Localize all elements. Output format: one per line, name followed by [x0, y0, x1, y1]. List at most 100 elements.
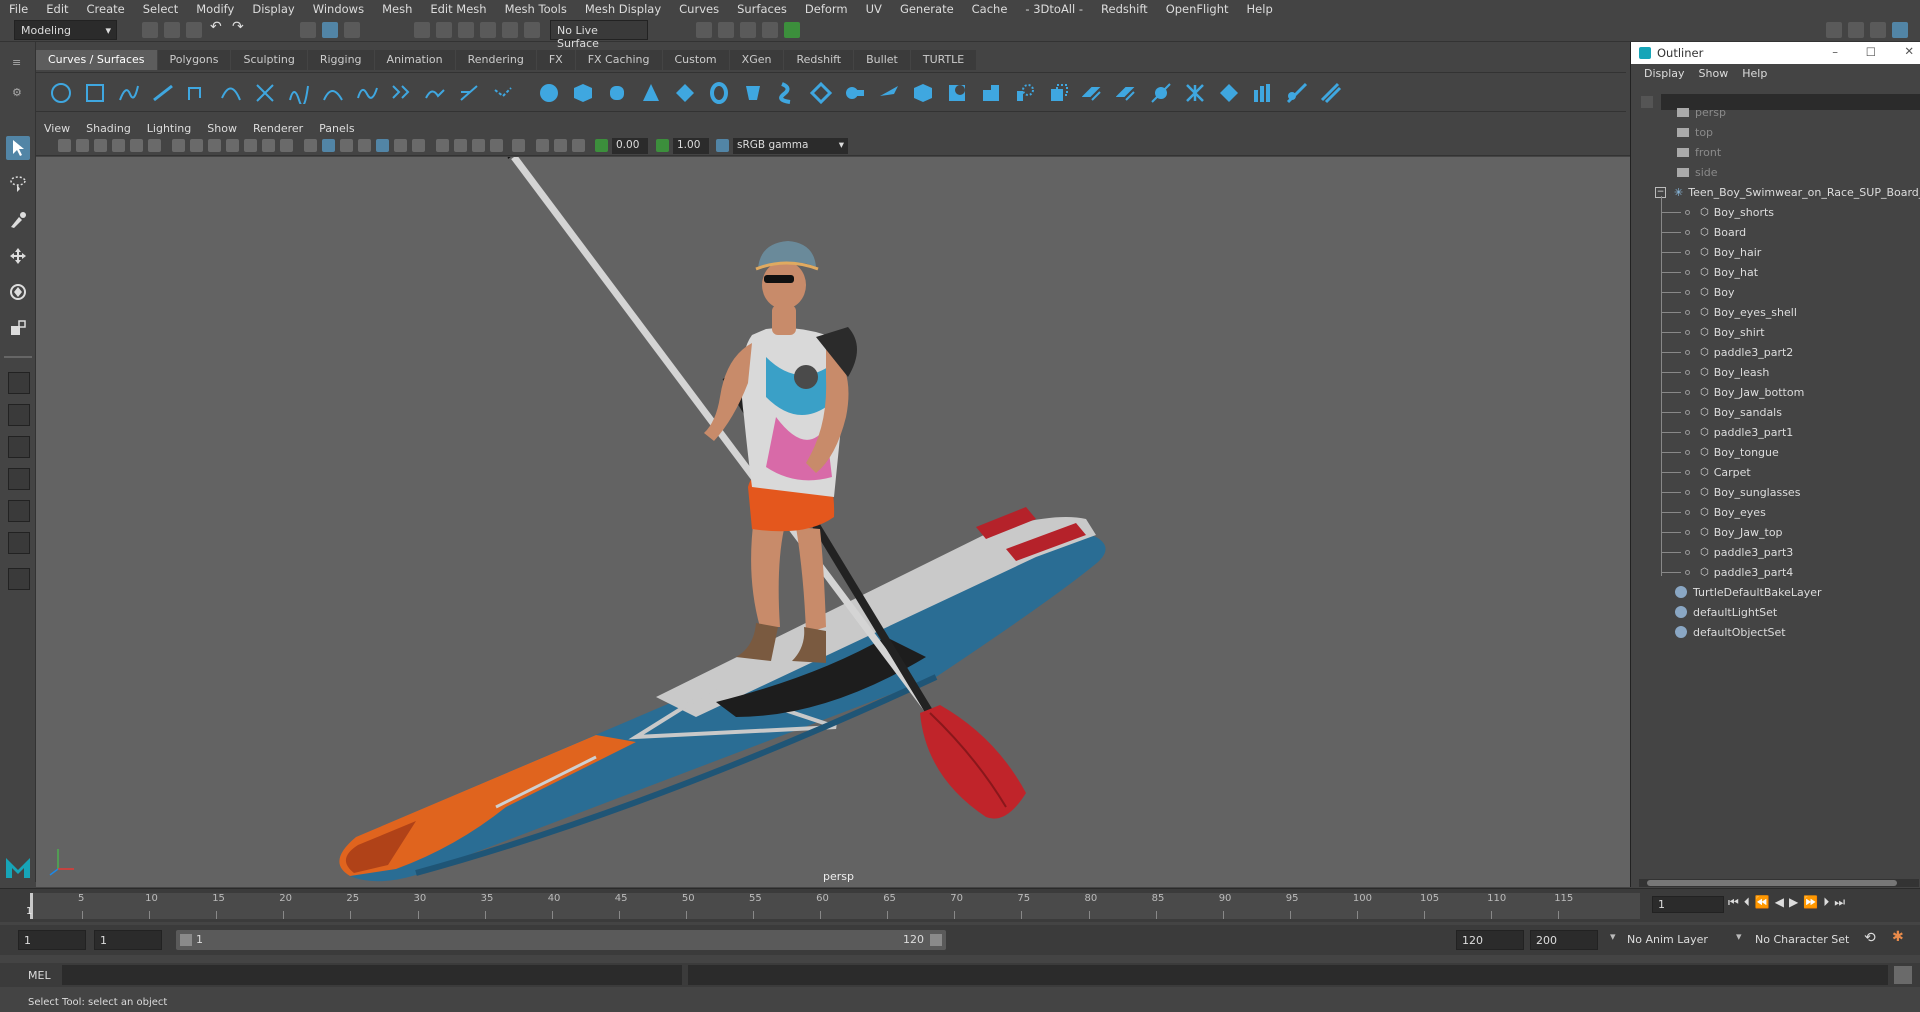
gamma-icon[interactable] — [656, 139, 669, 152]
maximize-icon[interactable]: ☐ — [1866, 45, 1876, 59]
current-frame-field[interactable]: 1 — [1652, 896, 1724, 913]
shelf-tab-sculpting[interactable]: Sculpting — [231, 50, 307, 70]
wireframe-on-shaded-icon[interactable] — [358, 139, 371, 152]
film-gate-icon[interactable] — [190, 139, 203, 152]
outliner-row-set[interactable]: TurtleDefaultBakeLayer — [1675, 582, 1822, 602]
outliner-row-mesh[interactable]: ⬡ Boy_tongue — [1661, 442, 1779, 462]
outliner-row-mesh[interactable]: ⬡ Boy_shorts — [1661, 202, 1774, 222]
move-tool-icon[interactable] — [6, 244, 30, 268]
step-forward-key-icon[interactable]: ⏵ — [1823, 895, 1829, 915]
script-editor-icon[interactable] — [1894, 966, 1912, 984]
square-surface-icon[interactable] — [944, 81, 970, 105]
minimize-icon[interactable]: – — [1832, 45, 1838, 59]
textured-icon[interactable] — [376, 139, 389, 152]
outliner-row-set[interactable]: defaultLightSet — [1675, 602, 1777, 622]
panel-menu-show[interactable]: Show — [199, 122, 245, 135]
outliner-row-mesh[interactable]: ⬡ Boy_Jaw_bottom — [1661, 382, 1804, 402]
step-forward-frame-icon[interactable]: ⏩ — [1803, 895, 1818, 915]
color-management-icon[interactable] — [716, 139, 729, 152]
outliner-row-mesh[interactable]: ⬡ Boy_eyes_shell — [1661, 302, 1797, 322]
menu-create[interactable]: Create — [78, 2, 134, 16]
menu-deform[interactable]: Deform — [796, 2, 857, 16]
outliner-row-mesh[interactable]: ⬡ Boy_hair — [1661, 242, 1761, 262]
bezier-curve-icon[interactable] — [184, 81, 210, 105]
step-back-key-icon[interactable]: ⏴ — [1744, 895, 1750, 915]
redo-icon[interactable]: ↷ — [232, 19, 248, 35]
menu-cache[interactable]: Cache — [963, 2, 1017, 16]
shadows-icon[interactable] — [412, 139, 425, 152]
two-pane-stacked-layout-icon[interactable] — [8, 468, 30, 490]
menu-mesh-display[interactable]: Mesh Display — [576, 2, 670, 16]
close-icon[interactable]: ✕ — [1904, 44, 1914, 58]
time-slider[interactable]: 1 5 10 15 20 25 30 35 40 45 50 55 60 65 70 75 80 85 90 95 1… — [0, 888, 1920, 922]
auto-key-icon[interactable]: ⟲ — [1864, 930, 1876, 946]
planar-icon[interactable] — [808, 81, 834, 105]
menu-generate[interactable]: Generate — [891, 2, 963, 16]
snap-surface-icon[interactable] — [502, 22, 518, 38]
outliner-menu-display[interactable]: Display — [1637, 67, 1692, 80]
menu-uv[interactable]: UV — [857, 2, 891, 16]
xray-icon[interactable] — [536, 139, 549, 152]
shelf-tab-fx[interactable]: FX — [536, 50, 575, 70]
menu-windows[interactable]: Windows — [304, 2, 373, 16]
range-slider[interactable]: 1 120 — [176, 930, 946, 950]
command-input[interactable] — [62, 965, 682, 985]
rotate-tool-icon[interactable] — [6, 280, 30, 304]
workspace-selector[interactable]: Modeling ▾ — [14, 20, 117, 40]
menu-modify[interactable]: Modify — [187, 2, 243, 16]
attribute-editor-icon[interactable] — [1848, 22, 1864, 38]
extend-curve-icon[interactable] — [388, 81, 414, 105]
image-plane-icon[interactable] — [112, 139, 125, 152]
snap-curve-icon[interactable] — [436, 22, 452, 38]
add-points-icon[interactable] — [490, 81, 516, 105]
outliner-row-set[interactable]: defaultObjectSet — [1675, 622, 1786, 642]
outliner-row-mesh[interactable]: ⬡ paddle3_part3 — [1661, 542, 1793, 562]
shelf-tab-animation[interactable]: Animation — [374, 50, 455, 70]
ep-curve-icon[interactable] — [150, 81, 176, 105]
outliner-row-camera[interactable]: top — [1677, 122, 1713, 142]
outliner-row-mesh[interactable]: ⬡ Boy_shirt — [1661, 322, 1765, 342]
color-space-select[interactable]: sRGB gamma ▾ — [733, 138, 848, 154]
insert-knot-icon[interactable] — [354, 81, 380, 105]
flat-shade-icon[interactable] — [340, 139, 353, 152]
animation-preferences-icon[interactable]: ✱ — [1892, 929, 1904, 945]
live-surface-field[interactable]: No Live Surface — [550, 20, 648, 50]
hypershade-icon[interactable] — [784, 22, 800, 38]
lasso-tool-icon[interactable] — [6, 172, 30, 196]
extrude-icon[interactable] — [842, 81, 868, 105]
nurbs-cylinder-icon[interactable] — [604, 81, 630, 105]
safe-action-icon[interactable] — [262, 139, 275, 152]
scrollbar-thumb[interactable] — [1647, 880, 1897, 886]
bevel-plus-icon[interactable] — [978, 81, 1004, 105]
arc-tool-icon[interactable] — [252, 81, 278, 105]
menu-curves[interactable]: Curves — [670, 2, 728, 16]
playback-start-field[interactable]: 1 — [94, 930, 162, 950]
undo-icon[interactable]: ↶ — [210, 19, 226, 35]
panel-menu-panels[interactable]: Panels — [311, 122, 362, 135]
save-scene-icon[interactable] — [186, 22, 202, 38]
menu-mesh[interactable]: Mesh — [373, 2, 421, 16]
camera-select-icon[interactable] — [58, 139, 71, 152]
stitch-icon[interactable] — [1250, 81, 1276, 105]
outliner-row-mesh[interactable]: ⬡ Boy_Jaw_top — [1661, 522, 1783, 542]
insert-isoparm-icon[interactable] — [1012, 81, 1038, 105]
outliner-row-mesh[interactable]: ⬡ Boy_sandals — [1661, 402, 1782, 422]
go-to-end-icon[interactable]: ⏭ — [1834, 895, 1845, 915]
panel-menu-view[interactable]: View — [36, 122, 78, 135]
outliner-menu-show[interactable]: Show — [1692, 67, 1736, 80]
outliner-row-camera[interactable]: front — [1677, 142, 1721, 162]
menu-edit-mesh[interactable]: Edit Mesh — [421, 2, 495, 16]
perspective-viewport[interactable] — [36, 157, 1630, 887]
animation-start-field[interactable]: 1 — [18, 930, 86, 950]
pencil-curve-icon[interactable] — [218, 81, 244, 105]
attach-curves-icon[interactable] — [286, 81, 312, 105]
render-view-icon[interactable] — [696, 22, 712, 38]
resolution-gate-icon[interactable] — [208, 139, 221, 152]
select-component-icon[interactable] — [344, 22, 360, 38]
gate-mask-icon[interactable] — [226, 139, 239, 152]
camera-attributes-icon[interactable] — [76, 139, 89, 152]
nurbs-circle-icon[interactable] — [48, 81, 74, 105]
paint-select-tool-icon[interactable] — [6, 208, 30, 232]
workspace-layout-icon[interactable] — [1826, 22, 1842, 38]
snap-vertex-icon[interactable] — [524, 22, 540, 38]
